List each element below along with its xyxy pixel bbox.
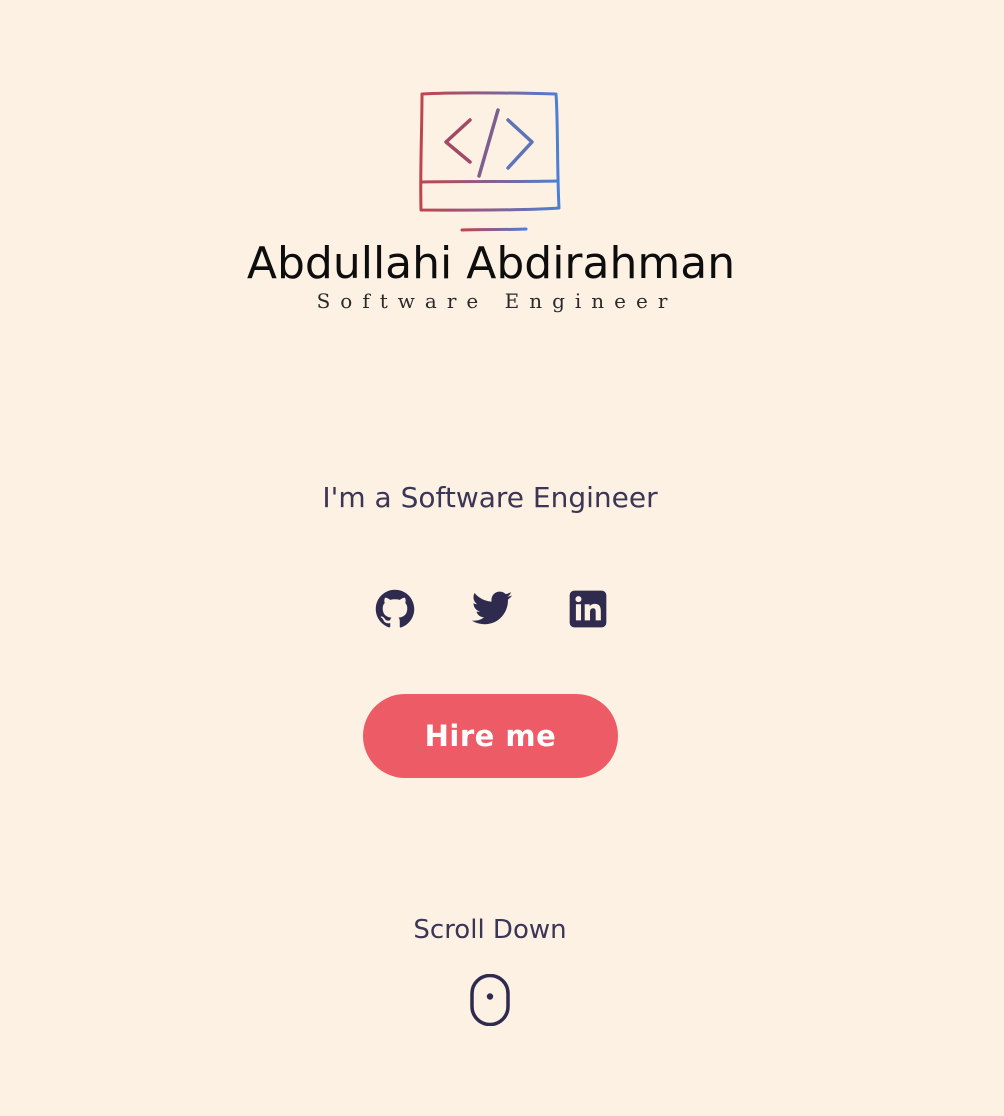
- linkedin-icon: [569, 590, 607, 628]
- twitter-link[interactable]: [470, 587, 514, 631]
- scroll-down-link[interactable]: Scroll Down: [390, 910, 590, 1030]
- github-link[interactable]: [373, 587, 417, 631]
- mouse-icon: [470, 974, 510, 1026]
- scroll-down-label: Scroll Down: [413, 915, 567, 945]
- computer-code-icon: [419, 91, 561, 232]
- site-logo[interactable]: Abdullahi Abdirahman Software Engineer: [0, 86, 1004, 326]
- logo-tagline: Software Engineer: [316, 289, 678, 313]
- github-icon: [375, 589, 415, 628]
- twitter-icon: [471, 591, 513, 625]
- hero-headline: I'm a Software Engineer: [322, 481, 658, 514]
- linkedin-link[interactable]: [566, 587, 610, 631]
- hire-me-button[interactable]: Hire me: [363, 694, 618, 778]
- logo-name: Abdullahi Abdirahman: [246, 238, 736, 289]
- social-links: [373, 587, 613, 631]
